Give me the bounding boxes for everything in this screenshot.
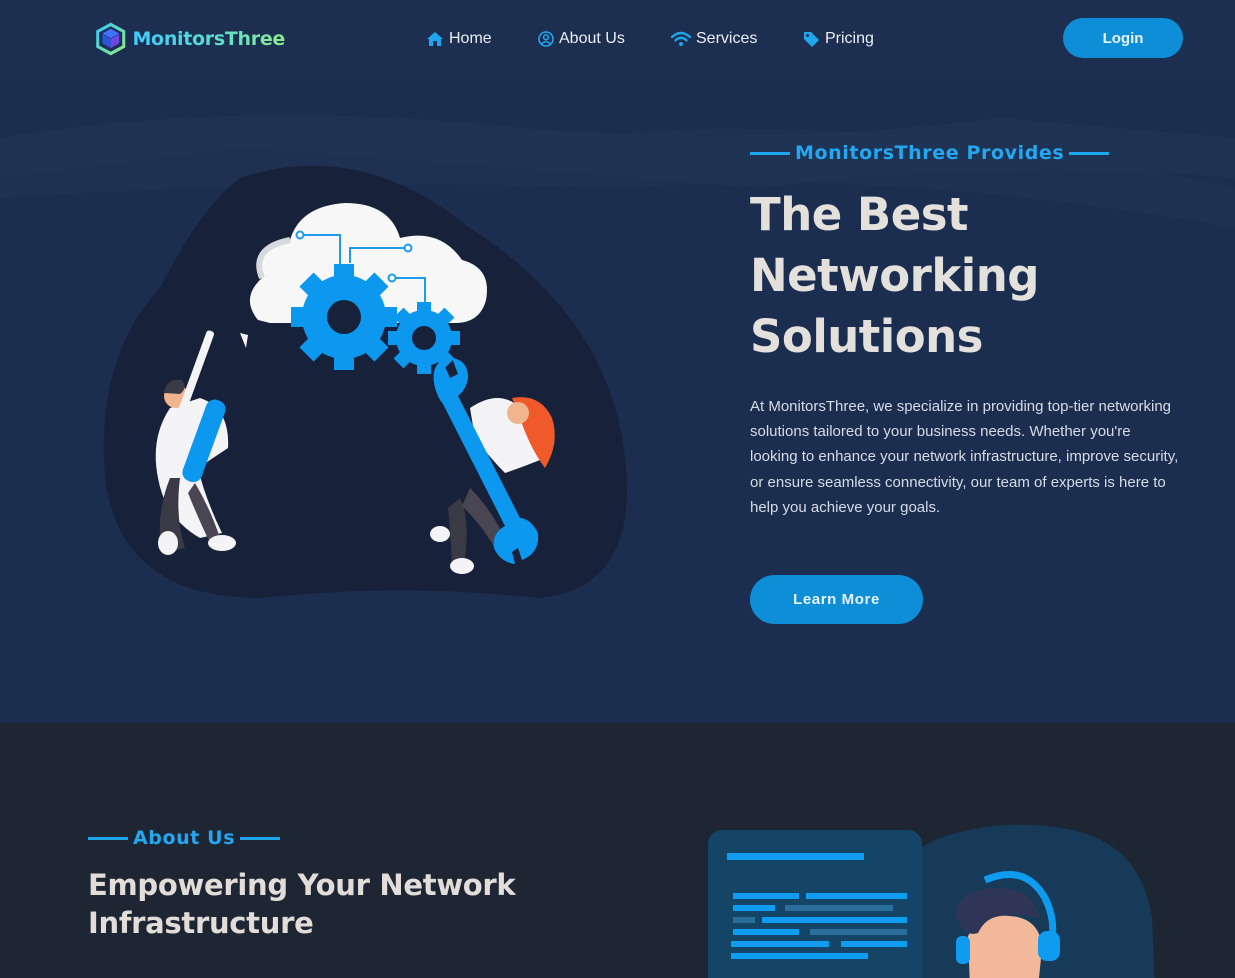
site-header: MonitorsThree Home About Us Services Pri… <box>0 0 1235 78</box>
main-nav: Home About Us Services Pricing <box>426 28 874 50</box>
about-title: Empowering Your Network Infrastructure <box>88 868 516 940</box>
nav-item-pricing[interactable]: Pricing <box>803 28 874 50</box>
nav-item-label: Services <box>696 30 758 47</box>
login-button[interactable]: Login <box>1063 18 1183 58</box>
about-eyebrow: About Us <box>88 827 281 849</box>
nav-item-about-us[interactable]: About Us <box>538 28 671 50</box>
logo-hexagon-icon <box>96 22 126 56</box>
nav-item-label: Pricing <box>825 30 874 47</box>
nav-item-label: About Us <box>559 30 625 47</box>
nav-item-home[interactable]: Home <box>426 28 538 50</box>
user-circle-icon <box>538 31 554 47</box>
brand-name: MonitorsThree <box>132 28 285 50</box>
nav-item-label: Home <box>449 30 492 47</box>
nav-item-services[interactable]: Services <box>671 28 803 50</box>
gear-icon <box>388 302 460 374</box>
tag-icon <box>804 31 819 47</box>
home-icon <box>427 32 443 46</box>
learn-more-button[interactable]: Learn More <box>750 575 923 624</box>
support-illustration <box>708 824 1155 978</box>
hero-title: The Best Networking Solutions <box>750 188 1039 363</box>
divider <box>240 836 281 840</box>
divider <box>1069 151 1110 155</box>
hero-description: At MonitorsThree, we specialize in provi… <box>750 398 1179 516</box>
about-section: About Us Empowering Your Network Infrast… <box>0 723 1235 978</box>
divider <box>88 836 128 840</box>
hero-eyebrow: MonitorsThree Provides <box>750 142 1110 164</box>
divider <box>750 151 790 155</box>
brand-logo[interactable]: MonitorsThree <box>95 10 285 68</box>
hero-section: MonitorsThree Provides The Best Networki… <box>0 78 1235 723</box>
wifi-icon <box>671 31 691 46</box>
about-eyebrow-text: About Us <box>133 827 236 849</box>
hero-eyebrow-text: MonitorsThree Provides <box>795 142 1065 164</box>
gear-icon <box>291 264 397 370</box>
